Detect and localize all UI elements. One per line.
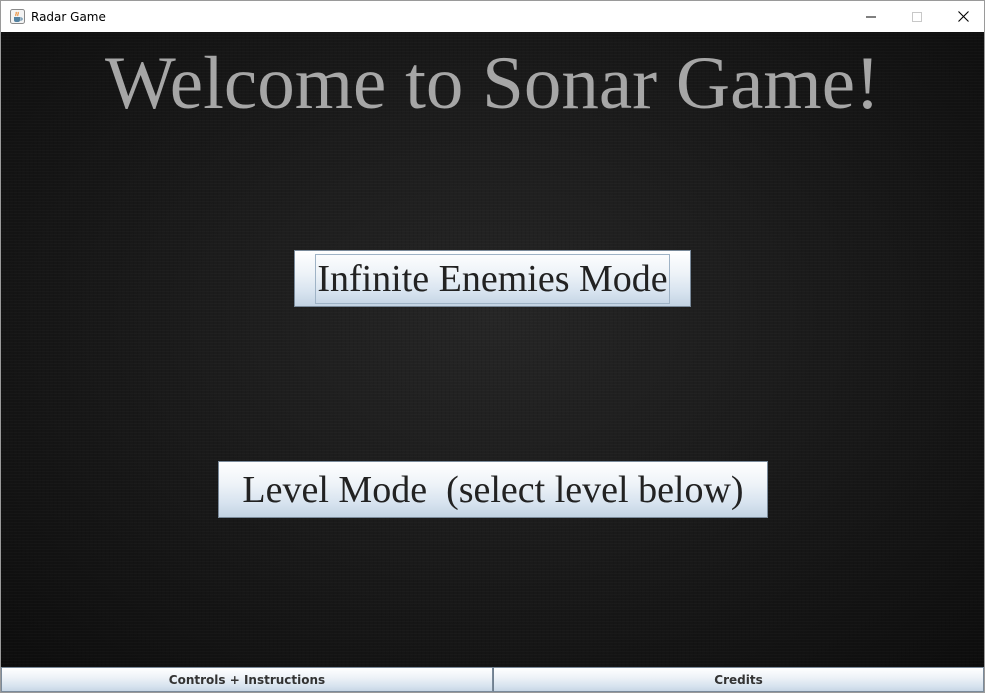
infinite-enemies-mode-button[interactable]: Infinite Enemies Mode: [294, 250, 691, 307]
credits-button[interactable]: Credits: [493, 667, 984, 692]
maximize-button[interactable]: [894, 1, 940, 32]
window-title: Radar Game: [31, 10, 106, 24]
maximize-icon: [912, 7, 922, 26]
app-window: Radar Game Welcome to Sonar Game! Infini…: [0, 0, 985, 693]
title-bar[interactable]: Radar Game: [1, 1, 984, 32]
minimize-icon: [866, 7, 876, 26]
minimize-button[interactable]: [848, 1, 894, 32]
controls-instructions-button[interactable]: Controls + Instructions: [1, 667, 493, 692]
level-mode-label: Level Mode (select level below): [242, 468, 744, 511]
bottom-button-bar: Controls + Instructions Credits: [1, 667, 984, 692]
infinite-enemies-mode-label: Infinite Enemies Mode: [317, 257, 668, 300]
game-menu-panel: Welcome to Sonar Game! Infinite Enemies …: [1, 32, 984, 667]
java-coffee-cup-icon: [10, 9, 25, 24]
focus-ring: Infinite Enemies Mode: [315, 253, 670, 304]
credits-label: Credits: [714, 672, 763, 687]
close-button[interactable]: [940, 1, 984, 32]
controls-instructions-label: Controls + Instructions: [168, 672, 326, 687]
close-icon: [957, 7, 969, 26]
welcome-heading: Welcome to Sonar Game!: [105, 42, 880, 125]
level-mode-button[interactable]: Level Mode (select level below): [218, 461, 768, 518]
